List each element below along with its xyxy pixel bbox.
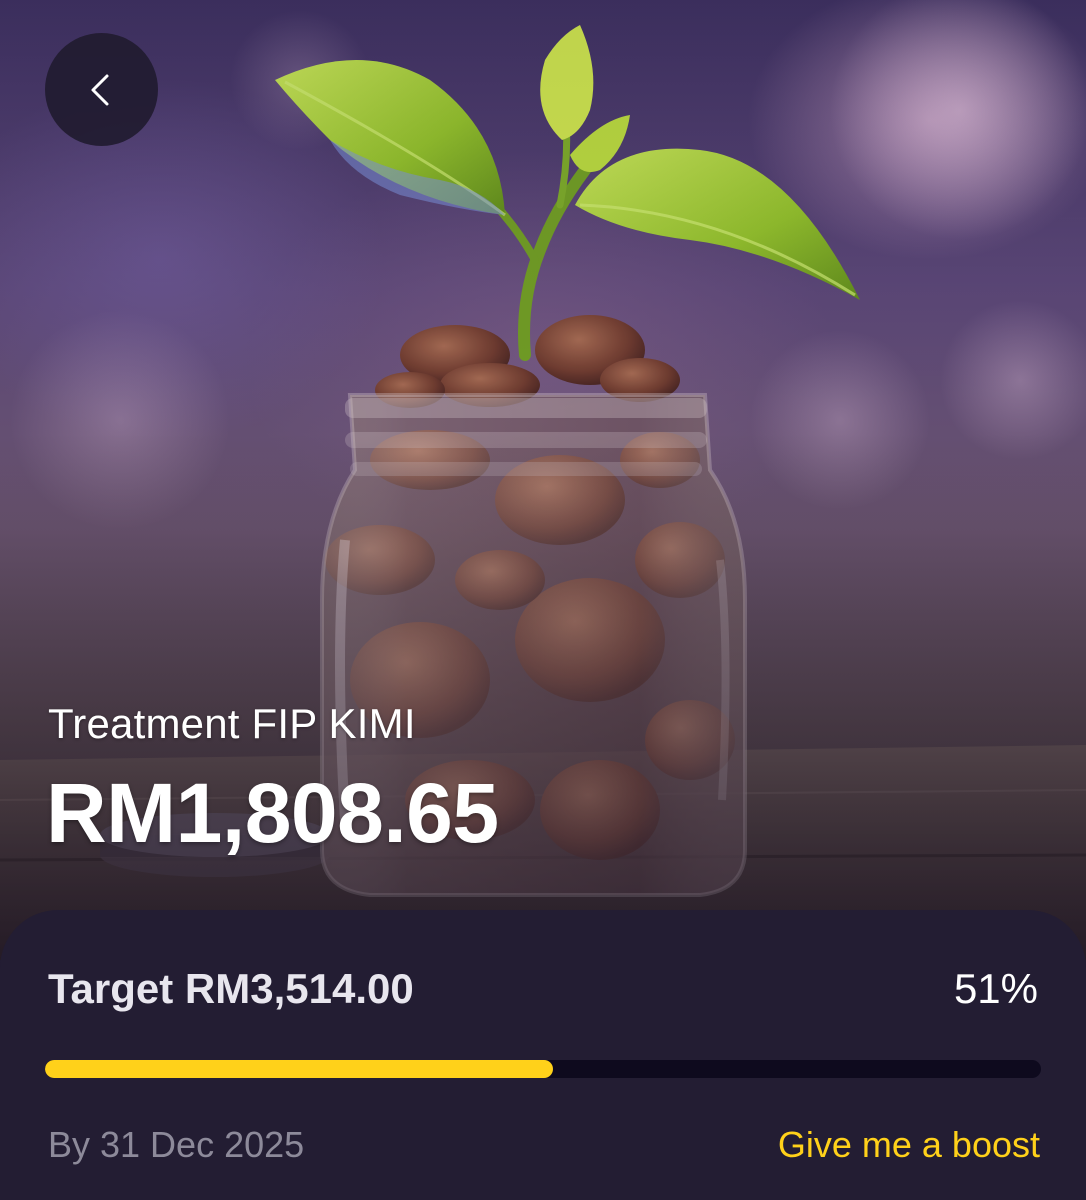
progress-card: Target RM3,514.00 51% By 31 Dec 2025 Giv… [0,910,1086,1200]
savings-goal-screen: Treatment FIP KIMI RM1,808.65 Target RM3… [0,0,1086,1200]
progress-bar [45,1060,1041,1078]
back-button[interactable] [45,33,158,146]
saved-amount: RM1,808.65 [46,766,499,860]
chevron-left-icon [91,74,108,105]
progress-bar-fill [45,1060,553,1078]
target-amount-label: Target RM3,514.00 [48,965,414,1012]
progress-percent: 51% [953,965,1038,1012]
goal-name: Treatment FIP KIMI [48,700,416,747]
give-boost-button[interactable]: Give me a boost [778,1124,1040,1166]
deadline-label: By 31 Dec 2025 [48,1124,305,1165]
